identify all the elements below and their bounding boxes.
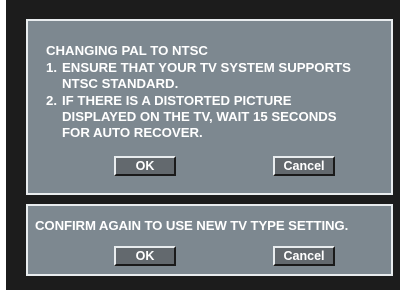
step-number: 2.	[46, 93, 57, 108]
instruction-step-2: 2. IF THERE IS A DISTORTED PICTURE DISPL…	[46, 93, 337, 141]
step-text-line: NTSC STANDARD.	[62, 76, 179, 91]
ok-button[interactable]: OK	[114, 156, 176, 176]
cancel-button[interactable]: Cancel	[273, 156, 335, 176]
confirm-message: CONFIRM AGAIN TO USE NEW TV TYPE SETTING…	[35, 218, 349, 233]
dialog-title: CHANGING PAL TO NTSC	[46, 43, 208, 58]
confirm-cancel-button[interactable]: Cancel	[273, 246, 335, 266]
pal-to-ntsc-dialog: CHANGING PAL TO NTSC 1. ENSURE THAT YOUR…	[26, 19, 393, 195]
step-number: 1.	[46, 60, 57, 75]
instruction-step-1: 1. ENSURE THAT YOUR TV SYSTEM SUPPORTS N…	[46, 60, 351, 92]
step-text-line: IF THERE IS A DISTORTED PICTURE	[62, 93, 292, 108]
tv-screen: CHANGING PAL TO NTSC 1. ENSURE THAT YOUR…	[6, 0, 400, 290]
step-text-line: FOR AUTO RECOVER.	[62, 125, 203, 140]
confirm-tv-type-dialog: CONFIRM AGAIN TO USE NEW TV TYPE SETTING…	[26, 204, 393, 276]
step-text-line: ENSURE THAT YOUR TV SYSTEM SUPPORTS	[62, 60, 351, 75]
confirm-ok-button[interactable]: OK	[114, 246, 176, 266]
step-text-line: DISPLAYED ON THE TV, WAIT 15 SECONDS	[62, 109, 337, 124]
